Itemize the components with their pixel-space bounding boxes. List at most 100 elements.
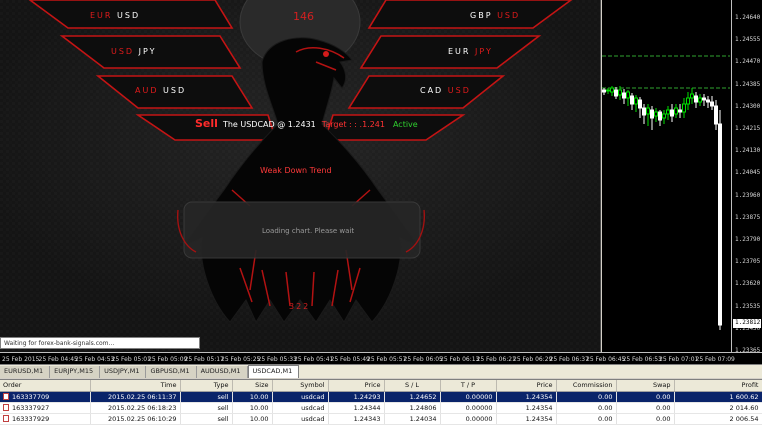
tab-usdjpy-m1[interactable]: USDJPY,M1: [100, 366, 147, 378]
pair-label-gbpusd: GBP USD: [470, 11, 520, 20]
size-cell: 10.00: [232, 413, 273, 425]
time-tick-label: 25 Feb 07:01: [659, 356, 699, 363]
swap-cell: 0.00: [616, 413, 675, 425]
column-header-price[interactable]: Price: [328, 380, 385, 392]
time-tick-label: 25 Feb 04:45: [38, 356, 78, 363]
table-row[interactable]: 163337709 2015.02.25 06:11:37 sell 10.00…: [0, 391, 762, 403]
tp-cell: 0.00000: [440, 391, 497, 403]
tab-gbpusd-m1[interactable]: GBPUSD,M1: [146, 366, 197, 378]
loading-message: Loading chart. Please wait: [262, 227, 355, 235]
commission-cell: 0.00: [556, 413, 617, 425]
candle-body: [690, 93, 694, 99]
column-header-tp[interactable]: T / P: [440, 380, 497, 392]
candle-body: [718, 123, 722, 326]
signal-overlay-panel: 146 EUR USD USD JPY AUD USD GBP USD EUR …: [0, 0, 601, 352]
time-tick-label: 25 Feb 05:25: [221, 356, 261, 363]
tab-eurusd-m1[interactable]: EURUSD,M1: [0, 366, 51, 378]
swap-cell: 0.00: [616, 391, 675, 403]
pair-label-eurjpy: EUR JPY: [448, 47, 493, 56]
pair-base: CAD: [420, 86, 444, 95]
tp-cell: 0.00000: [440, 402, 497, 414]
pair-quote: USD: [163, 86, 187, 95]
time-tick-label: 25 Feb 05:57: [367, 356, 407, 363]
candle-body: [610, 87, 614, 93]
time-tick-label: 25 Feb 05:09: [148, 356, 188, 363]
candle-body: [622, 92, 626, 99]
orders-header-row: Order Time Type Size Symbol Price S / L …: [0, 380, 762, 392]
time-tick-label: 25 Feb 06:45: [586, 356, 626, 363]
order-document-icon: [3, 403, 9, 411]
candle-body: [706, 99, 710, 103]
overlay-head-number: 146: [293, 10, 314, 23]
open-price-cell: 1.24343: [328, 413, 385, 425]
column-header-swap[interactable]: Swap: [616, 380, 675, 392]
signal-status: Active: [392, 120, 418, 129]
candle-body: [678, 109, 682, 113]
table-row[interactable]: 163337929 2015.02.25 06:10:29 sell 10.00…: [0, 413, 762, 425]
column-header-commission[interactable]: Commission: [556, 380, 617, 392]
candle-body: [650, 109, 654, 119]
tab-eurjpy-m15[interactable]: EURJPY,M15: [50, 366, 101, 378]
commission-cell: 0.00: [556, 391, 617, 403]
size-cell: 10.00: [232, 391, 273, 403]
column-header-symbol[interactable]: Symbol: [272, 380, 329, 392]
open-price-cell: 1.24344: [328, 402, 385, 414]
column-header-order[interactable]: Order: [0, 380, 91, 392]
order-cell: 163337709: [0, 391, 91, 403]
type-cell: sell: [180, 402, 233, 414]
candle-body: [662, 113, 666, 119]
price-tick-label: 1.24300: [735, 102, 761, 110]
overlay-bottom-number: 322: [289, 302, 311, 311]
price-tick-label: 1.23960: [735, 191, 761, 199]
candle-body: [602, 89, 606, 93]
column-header-profit[interactable]: Profit: [674, 380, 762, 392]
pair-base: GBP: [470, 11, 493, 20]
column-header-type[interactable]: Type: [180, 380, 233, 392]
price-tick-label: 1.24130: [735, 147, 761, 155]
column-header-current-price[interactable]: Price: [496, 380, 557, 392]
sl-cell: 1.24034: [384, 413, 441, 425]
candle-body: [702, 97, 706, 101]
price-tick-label: 1.24640: [735, 14, 761, 21]
column-header-size[interactable]: Size: [232, 380, 273, 392]
price-tick-label: 1.23875: [735, 213, 761, 221]
column-header-sl[interactable]: S / L: [384, 380, 441, 392]
orders-table: Order Time Type Size Symbol Price S / L …: [0, 380, 762, 425]
price-tick-label: 1.23790: [735, 236, 761, 243]
candle-body: [682, 103, 686, 113]
candle-body: [694, 95, 698, 103]
candle-body: [698, 97, 702, 103]
tab-usdcad-m1[interactable]: USDCAD,M1: [247, 365, 300, 378]
candle-body: [626, 91, 630, 99]
time-cell: 2015.02.25 06:11:37: [90, 391, 181, 403]
current-price-cell: 1.24354: [496, 402, 557, 414]
tab-audusd-m1[interactable]: AUDUSD,M1: [196, 366, 248, 378]
open-price-cell: 1.24293: [328, 391, 385, 403]
table-row[interactable]: 163337927 2015.02.25 06:18:23 sell 10.00…: [0, 402, 762, 414]
profit-cell: 1 600.62: [674, 391, 762, 403]
current-price-cell: 1.24354: [496, 391, 557, 403]
candle-body: [618, 89, 622, 96]
pair-label-usdjpy: USD JPY: [111, 47, 157, 56]
type-cell: sell: [180, 391, 233, 403]
candle-body: [638, 99, 642, 109]
trend-label: Weak Down Trend: [260, 166, 332, 175]
column-header-time[interactable]: Time: [90, 380, 181, 392]
time-tick-label: 25 Feb 05:41: [294, 356, 334, 363]
candle-body: [670, 109, 674, 117]
time-tick-label: 25 Feb 05:17: [184, 356, 224, 363]
time-tick-label: 25 Feb 04:53: [75, 356, 115, 363]
time-tick-label: 25 Feb 06:29: [513, 356, 553, 363]
pair-base: EUR: [448, 47, 471, 56]
price-tick-label: 1.24385: [735, 80, 761, 88]
pair-quote: JPY: [138, 47, 157, 56]
pair-base: EUR: [90, 11, 113, 20]
candle-body: [630, 95, 634, 105]
symbol-cell: usdcad: [272, 413, 329, 425]
pair-label-audusd: AUD USD: [135, 86, 186, 95]
signal-line: Sell The USDCAD @ 1.2431 Target : : .1.241…: [195, 117, 418, 130]
candle-body: [714, 105, 718, 125]
time-tick-label: 25 Feb 06:53: [622, 356, 662, 363]
time-tick-label: 25 Feb 06:21: [476, 356, 516, 363]
pair-quote: JPY: [475, 47, 493, 56]
